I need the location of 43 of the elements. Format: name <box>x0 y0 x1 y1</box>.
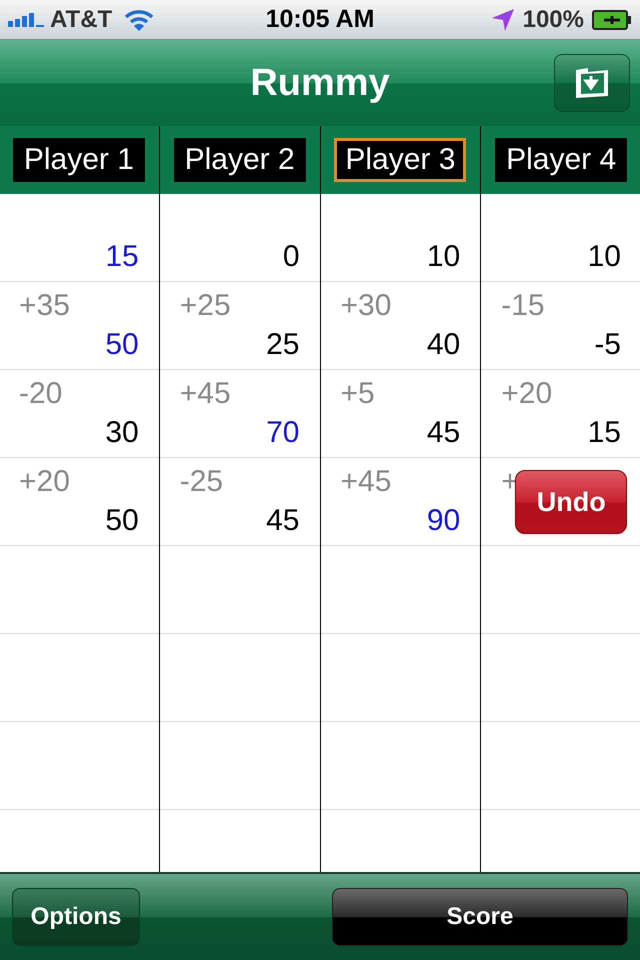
score-change: +35 <box>19 288 70 324</box>
score-total: 25 <box>266 327 300 363</box>
window-title: Rummy <box>250 60 390 106</box>
export-button[interactable] <box>554 54 630 112</box>
score-change: +45 <box>180 376 231 412</box>
battery-icon <box>592 10 632 30</box>
score-total: 50 <box>105 327 139 363</box>
score-change: +20 <box>19 464 70 500</box>
score-total: 30 <box>105 415 139 451</box>
score-total: 0 <box>282 239 300 275</box>
clock: 10:05 AM <box>266 4 374 35</box>
score-change: -25 <box>180 464 224 500</box>
folder-download-icon <box>574 66 610 100</box>
score-total: 15 <box>105 239 139 275</box>
signal-icon <box>8 12 46 26</box>
undo-button[interactable]: Undo <box>515 470 628 534</box>
player-name[interactable]: Player 2 <box>174 138 306 182</box>
score-total: 45 <box>266 503 300 539</box>
score-total: 90 <box>426 503 460 539</box>
location-arrow-icon <box>490 8 515 32</box>
score-change: +5 <box>340 376 375 412</box>
battery-percent: 100% <box>522 4 584 34</box>
player-name[interactable]: Player 1 <box>12 138 145 182</box>
carrier-label: AT&T <box>50 4 112 34</box>
score-total: 10 <box>426 239 460 275</box>
score-total: 40 <box>426 327 460 363</box>
player-name[interactable]: Player 4 <box>495 138 628 182</box>
score-total: 50 <box>105 503 139 539</box>
score-change: +45 <box>340 464 392 500</box>
player-name[interactable]: Player 3 <box>334 138 466 182</box>
score-total: 15 <box>588 415 621 451</box>
score-total: -5 <box>594 327 621 363</box>
score-change: -15 <box>501 288 545 324</box>
score-button[interactable]: Score <box>332 888 628 946</box>
wifi-icon <box>124 8 154 32</box>
score-total: 70 <box>266 415 300 451</box>
score-change: +30 <box>340 288 392 324</box>
score-total: 45 <box>426 415 460 451</box>
score-change: +25 <box>180 288 231 324</box>
options-button[interactable]: Options <box>12 888 140 946</box>
score-change: +20 <box>501 376 552 412</box>
score-change: -20 <box>19 376 62 412</box>
score-total: 10 <box>588 239 621 275</box>
